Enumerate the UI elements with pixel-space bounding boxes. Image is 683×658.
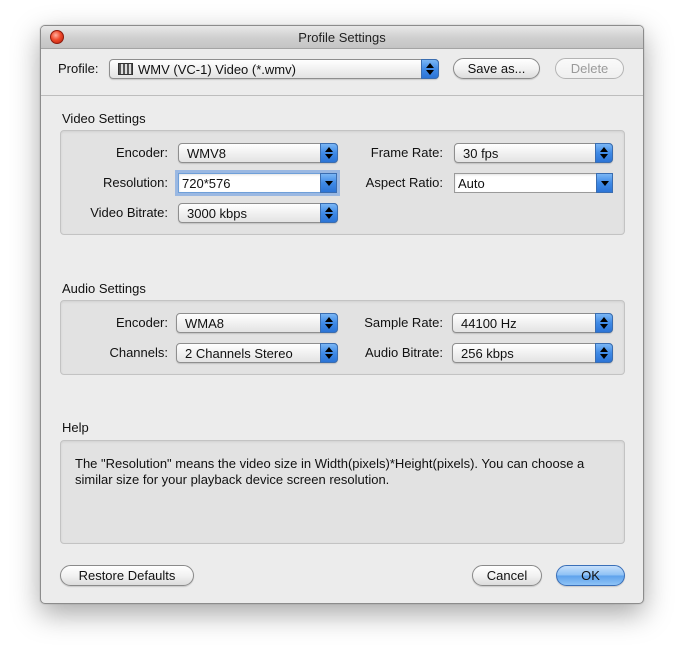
select-arrows-icon — [320, 343, 338, 363]
dropdown-arrow-icon[interactable] — [320, 173, 337, 193]
profile-toolbar: Profile: WMV (VC-1) Video (*.wmv) Save a… — [41, 49, 643, 96]
select-arrows-icon — [320, 203, 338, 223]
audio-bitrate-label: Audio Bitrate: — [364, 345, 443, 360]
video-bitrate-label: Video Bitrate: — [90, 205, 168, 220]
frame-rate-select[interactable]: 30 fps — [454, 143, 613, 163]
resolution-combo[interactable]: 720*576 — [178, 173, 337, 193]
video-settings-title: Video Settings — [62, 111, 146, 126]
audio-encoder-value: WMA8 — [185, 316, 224, 331]
profile-select[interactable]: WMV (VC-1) Video (*.wmv) — [109, 59, 439, 79]
channels-label: Channels: — [109, 345, 168, 360]
video-format-icon — [118, 63, 133, 75]
save-as-button[interactable]: Save as... — [453, 58, 540, 79]
video-bitrate-value: 3000 kbps — [187, 206, 247, 221]
audio-encoder-label: Encoder: — [115, 315, 168, 330]
video-encoder-label: Encoder: — [115, 145, 168, 160]
video-encoder-select[interactable]: WMV8 — [178, 143, 338, 163]
restore-defaults-button[interactable]: Restore Defaults — [60, 565, 194, 586]
profile-select-value: WMV (VC-1) Video (*.wmv) — [138, 62, 296, 77]
select-arrows-icon — [595, 143, 613, 163]
help-box: The "Resolution" means the video size in… — [60, 440, 625, 544]
sample-rate-label: Sample Rate: — [364, 315, 443, 330]
select-arrows-icon — [320, 313, 338, 333]
aspect-ratio-label: Aspect Ratio: — [365, 175, 443, 190]
aspect-ratio-combo[interactable]: Auto — [454, 173, 613, 193]
video-encoder-value: WMV8 — [187, 146, 226, 161]
help-title: Help — [62, 420, 89, 435]
audio-encoder-select[interactable]: WMA8 — [176, 313, 338, 333]
video-settings-group: Encoder: WMV8 Frame Rate: 30 fps Resolut… — [60, 130, 625, 235]
channels-select[interactable]: 2 Channels Stereo — [176, 343, 338, 363]
cancel-button[interactable]: Cancel — [472, 565, 542, 586]
video-bitrate-select[interactable]: 3000 kbps — [178, 203, 338, 223]
delete-button[interactable]: Delete — [555, 58, 624, 79]
audio-settings-group: Encoder: WMA8 Sample Rate: 44100 Hz Chan… — [60, 300, 625, 375]
frame-rate-value: 30 fps — [463, 146, 499, 161]
resolution-value: 720*576 — [182, 176, 231, 191]
dropdown-arrow-icon[interactable] — [596, 173, 613, 193]
aspect-ratio-value: Auto — [458, 176, 485, 191]
select-arrows-icon — [320, 143, 338, 163]
title-bar: Profile Settings — [41, 26, 643, 49]
resolution-label: Resolution: — [102, 175, 168, 190]
ok-button[interactable]: OK — [556, 565, 625, 586]
help-text: The "Resolution" means the video size in… — [75, 456, 585, 487]
audio-bitrate-value: 256 kbps — [461, 346, 514, 361]
sample-rate-select[interactable]: 44100 Hz — [452, 313, 613, 333]
channels-value: 2 Channels Stereo — [185, 346, 293, 361]
select-arrows-icon — [421, 59, 439, 79]
sample-rate-value: 44100 Hz — [461, 316, 517, 331]
profile-label: Profile: — [58, 61, 99, 76]
select-arrows-icon — [595, 343, 613, 363]
window-title: Profile Settings — [298, 30, 386, 45]
frame-rate-label: Frame Rate: — [370, 145, 443, 160]
select-arrows-icon — [595, 313, 613, 333]
profile-settings-window: Profile Settings Profile: WMV (VC-1) Vid… — [40, 25, 644, 604]
audio-bitrate-select[interactable]: 256 kbps — [452, 343, 613, 363]
audio-settings-title: Audio Settings — [62, 281, 146, 296]
